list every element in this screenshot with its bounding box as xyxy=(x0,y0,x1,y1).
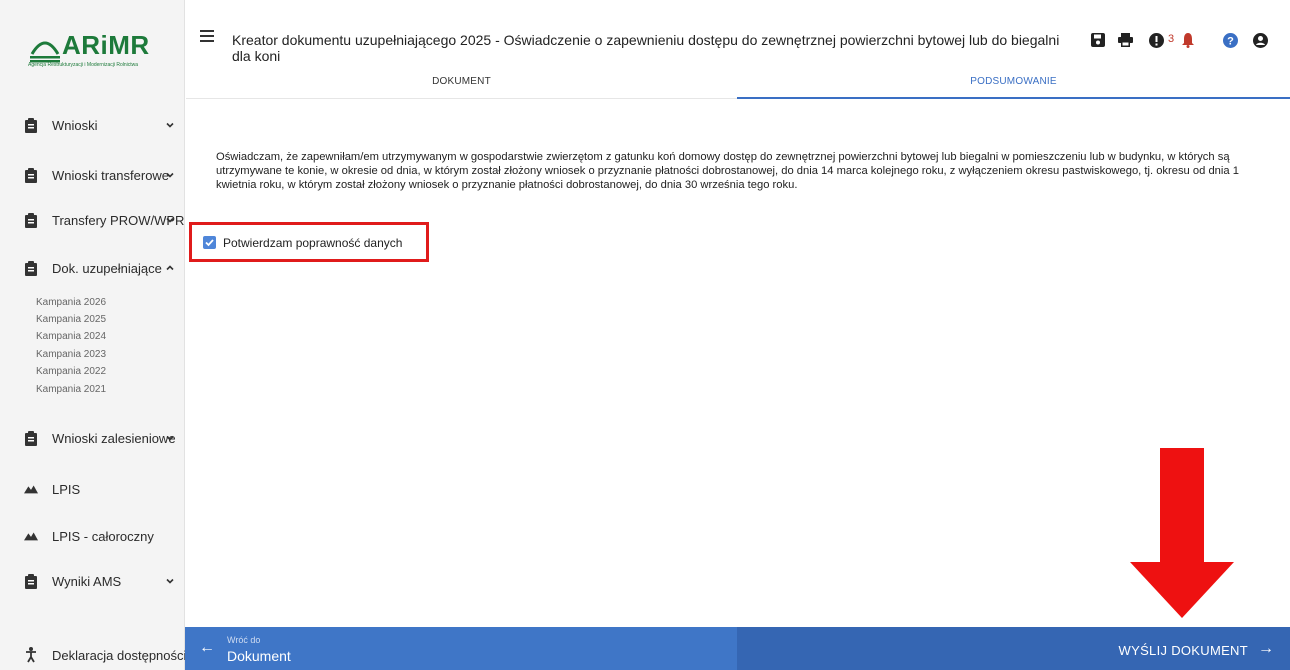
hamburger-menu-icon[interactable] xyxy=(200,30,214,42)
chevron-down-icon[interactable] xyxy=(164,119,176,131)
confirm-checkbox[interactable] xyxy=(203,236,216,249)
tab-podsumowanie[interactable]: PODSUMOWANIE xyxy=(737,76,1290,98)
sidebar-item-wnioski[interactable]: Wnioski xyxy=(0,110,185,140)
declaration-statement: Oświadczam, że zapewniłam/em utrzymywany… xyxy=(216,151,1239,191)
send-document-button[interactable]: WYŚLIJ DOKUMENT → xyxy=(737,627,1290,670)
sidebar-item-label: LPIS - całoroczny xyxy=(52,528,154,544)
user-icon[interactable] xyxy=(1252,32,1268,48)
checkmark-icon xyxy=(205,239,214,247)
confirm-checkbox-label[interactable]: Potwierdzam poprawność danych xyxy=(223,236,402,250)
logo-arc-icon xyxy=(30,41,60,63)
red-arrow-down-icon xyxy=(1130,448,1234,618)
sidebar-item-label: Dok. uzupełniające xyxy=(52,260,162,276)
sidebar-item-wyniki-ams[interactable]: Wyniki AMS xyxy=(0,566,185,596)
sidebar-item-wnioski-zalesieniowe[interactable]: Wnioski zalesieniowe xyxy=(0,423,185,453)
sidebar-item-transfery-prow-wpr[interactable]: Transfery PROW/WPR xyxy=(0,205,185,235)
clipboard-icon xyxy=(24,167,38,183)
help-icon[interactable]: ? xyxy=(1222,32,1238,48)
arimr-logo[interactable]: ARiMR Agencja Restrukturyzacji i Moderni… xyxy=(28,30,178,72)
tab-dokument[interactable]: DOKUMENT xyxy=(186,76,737,98)
sidebar-item-lpis[interactable]: LPIS xyxy=(0,474,185,504)
clipboard-icon xyxy=(24,212,38,228)
sidebar-item-label: Wnioski xyxy=(52,117,98,133)
tab-divider xyxy=(186,98,737,99)
sidebar-subitem-kampania-2021[interactable]: Kampania 2021 xyxy=(36,384,106,395)
sidebar-item-label: LPIS xyxy=(52,481,81,497)
clipboard-icon xyxy=(24,430,38,446)
sidebar-item-label: Deklaracja dostępności xyxy=(52,647,187,663)
arrow-left-icon: ← xyxy=(199,639,215,656)
print-icon[interactable] xyxy=(1117,32,1133,48)
sidebar-item-dok-uzupelniajace[interactable]: Dok. uzupełniające xyxy=(0,253,185,283)
bell-icon[interactable] xyxy=(1180,32,1196,48)
logo-subtitle: Agencja Restrukturyzacji i Modernizacji … xyxy=(28,62,139,68)
save-icon[interactable] xyxy=(1090,32,1106,48)
sidebar: ARiMR Agencja Restrukturyzacji i Moderni… xyxy=(0,0,187,670)
sidebar-item-lpis-caloroczny[interactable]: LPIS - całoroczny xyxy=(0,521,185,551)
clipboard-icon xyxy=(24,573,38,589)
chevron-down-icon[interactable] xyxy=(164,432,176,444)
sidebar-item-label: Wyniki AMS xyxy=(52,573,122,589)
sidebar-subitem-kampania-2025[interactable]: Kampania 2025 xyxy=(36,314,106,325)
sidebar-subitem-kampania-2026[interactable]: Kampania 2026 xyxy=(36,297,106,308)
sidebar-subitem-kampania-2022[interactable]: Kampania 2022 xyxy=(36,366,106,377)
page-title: Kreator dokumentu uzupełniającego 2025 -… xyxy=(232,32,1060,64)
sidebar-item-label: Wnioski transferowe xyxy=(52,167,170,183)
sidebar-subitem-kampania-2024[interactable]: Kampania 2024 xyxy=(36,331,106,342)
active-tab-indicator xyxy=(737,97,1290,99)
arrow-right-icon: → xyxy=(1258,640,1274,657)
chevron-down-icon[interactable] xyxy=(164,169,176,181)
sidebar-subitem-kampania-2023[interactable]: Kampania 2023 xyxy=(36,349,106,360)
accessibility-icon xyxy=(24,647,38,663)
svg-text:?: ? xyxy=(1227,35,1234,47)
mountain-icon xyxy=(24,528,38,544)
app-window: ARiMR Agencja Restrukturyzacji i Moderni… xyxy=(0,0,1290,670)
send-label: WYŚLIJ DOKUMENT xyxy=(1118,643,1248,658)
sidebar-item-label: Wnioski zalesieniowe xyxy=(52,430,176,446)
chevron-down-icon[interactable] xyxy=(164,214,176,226)
mountain-icon xyxy=(24,481,38,497)
clipboard-icon xyxy=(24,117,38,133)
sidebar-item-deklaracja-dostepnosci[interactable]: Deklaracja dostępności xyxy=(0,640,187,670)
back-label: Dokument xyxy=(227,648,291,664)
notification-count: 3 xyxy=(1168,33,1175,45)
back-to-document-button[interactable]: ← Wróć do Dokument xyxy=(185,627,737,670)
back-caption: Wróć do xyxy=(227,635,261,645)
chevron-up-icon[interactable] xyxy=(164,262,176,274)
chevron-down-icon[interactable] xyxy=(164,575,176,587)
clipboard-icon xyxy=(24,260,38,276)
logo-name: ARiMR xyxy=(62,30,150,60)
sidebar-item-wnioski-transferowe[interactable]: Wnioski transferowe xyxy=(0,160,185,190)
alert-icon[interactable] xyxy=(1148,32,1164,48)
